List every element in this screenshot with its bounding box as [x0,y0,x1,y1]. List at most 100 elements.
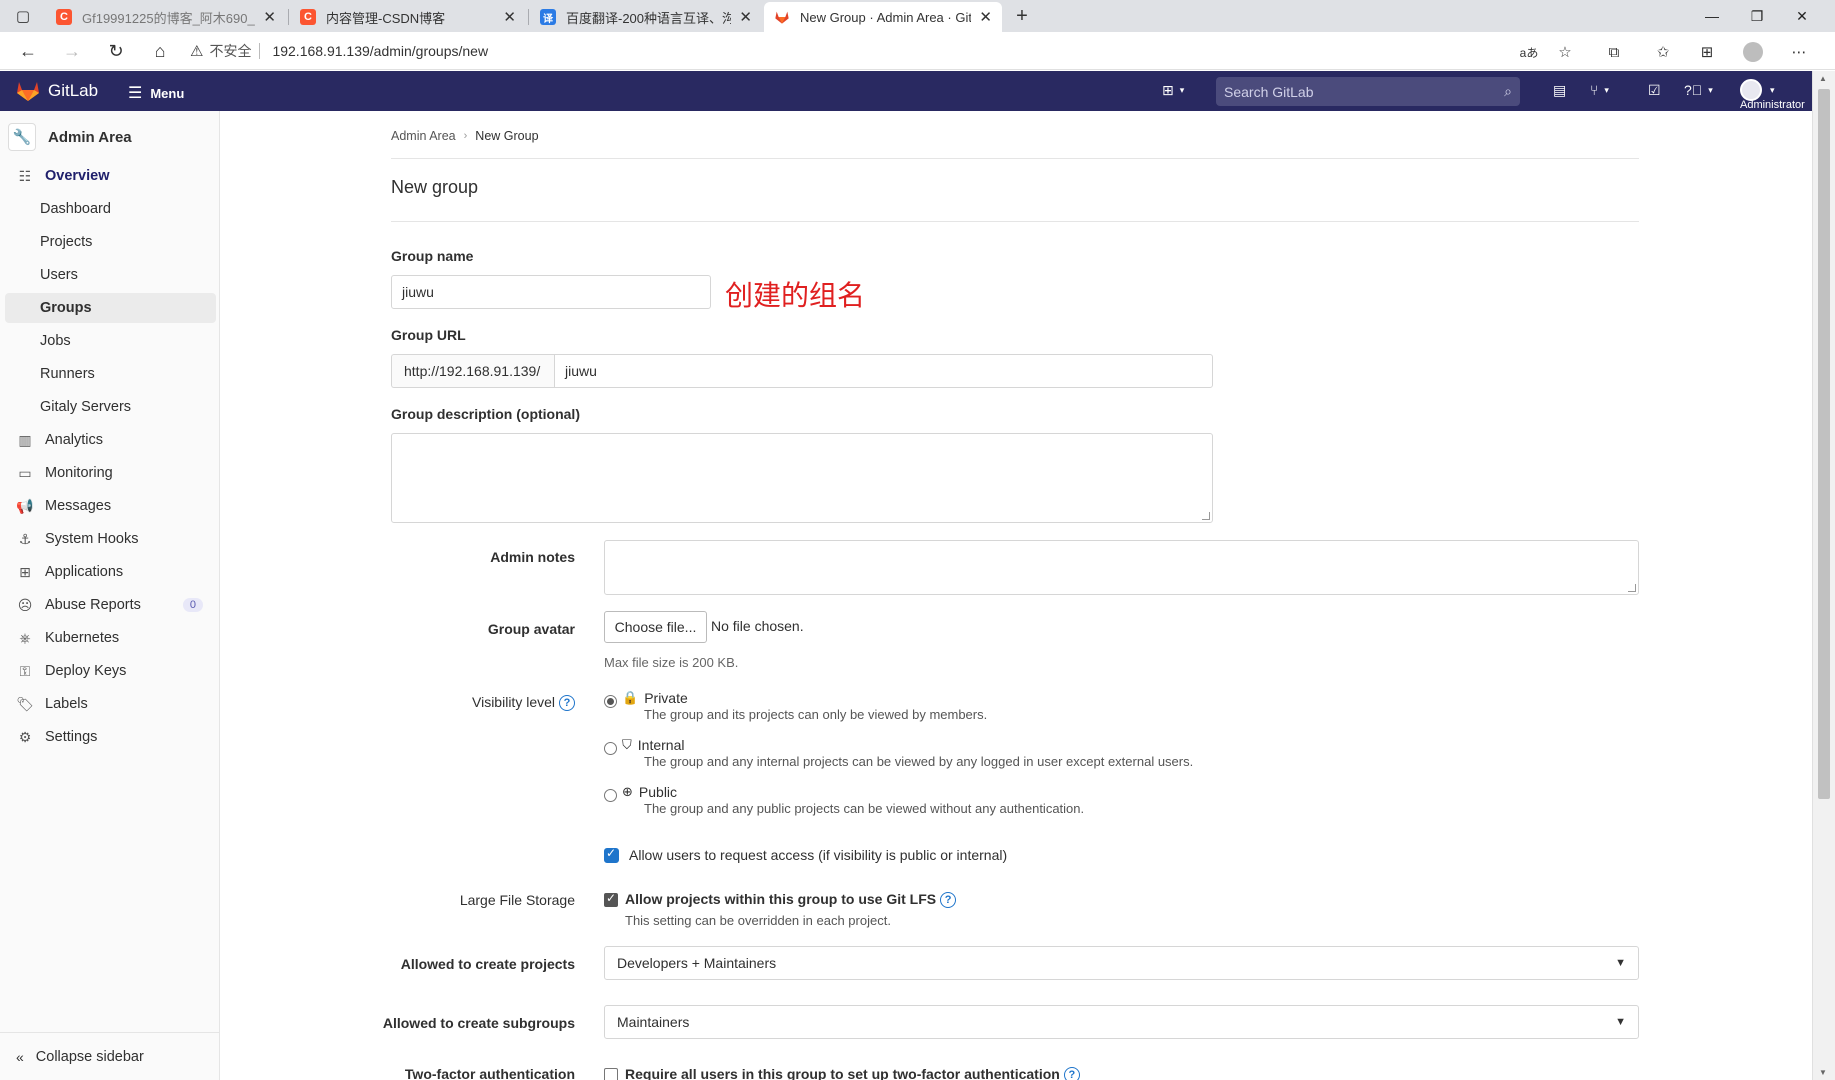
menu-label: Menu [150,85,185,101]
sidebar-header[interactable]: 🔧 Admin Area [8,119,212,155]
url-text[interactable]: 192.168.91.139/admin/groups/new [272,43,488,59]
admin-notes-textarea[interactable] [604,540,1639,595]
visibility-internal-radio[interactable] [604,742,617,755]
sidebar-item-projects[interactable]: Projects [5,227,216,257]
analytics-icon: ▥ [18,431,32,448]
minimize-icon[interactable]: — [1690,0,1734,32]
browser-tab-3[interactable]: 译 百度翻译-200种语言互译、沟通全世界 ✕ [530,2,762,32]
help-circle-icon[interactable]: ? [940,892,957,909]
create-new-icon[interactable]: ⊞ ▾ [1162,82,1184,99]
forward-icon[interactable]: → [59,39,85,63]
browser-tab-active[interactable]: New Group · Admin Area · GitLab ✕ [764,2,1002,32]
visibility-public-title: ⊕ Public [622,784,677,800]
gitlab-logo[interactable]: GitLab [16,80,98,102]
home-icon[interactable]: ⌂ [147,39,173,63]
sidebar-item-gitaly-servers[interactable]: Gitaly Servers [5,392,216,422]
sidebar-item-applications[interactable]: ⊞ Applications [5,557,216,587]
reload-icon[interactable]: ↻ [103,39,129,63]
help-circle-icon[interactable]: ? [559,695,575,712]
sidebar-item-groups[interactable]: Groups [5,293,216,323]
sidebar-item-label: Settings [45,729,98,745]
tab-actions-icon[interactable]: ▢ [10,6,36,26]
lfs-checkbox[interactable] [604,891,618,907]
close-window-icon[interactable]: ✕ [1780,0,1824,32]
description-textarea[interactable] [391,433,1213,523]
tab-separator [528,9,529,25]
scroll-up-icon[interactable]: ▲ [1819,74,1827,83]
sidebar-item-label: Overview [45,168,110,184]
sidebar-item-messages[interactable]: 📢 Messages [5,491,216,521]
sidebar-item-label: Projects [40,234,93,250]
favorite-add-icon[interactable]: ☆ [1554,41,1576,63]
sidebar-item-label: Analytics [45,432,104,448]
group-name-value: jiuwu [402,284,434,300]
sidebar-item-kubernetes[interactable]: ⎈ Kubernetes [5,623,216,653]
gitlab-tanuki-icon [17,82,39,101]
extensions-icon[interactable]: ⧉ [1603,41,1625,63]
sidebar-item-label: Deploy Keys [45,663,127,679]
tab-separator [288,9,289,25]
sidebar-item-runners[interactable]: Runners [5,359,216,389]
issues-icon[interactable]: ▤ [1553,82,1566,99]
restore-icon[interactable]: ❐ [1735,0,1779,32]
resize-handle-icon[interactable] [1202,512,1210,520]
messages-icon: 📢 [16,497,34,514]
breadcrumb-current[interactable]: New Group [475,129,538,143]
create-subgroups-select[interactable]: Maintainers ▼ [604,1005,1639,1039]
help-icon[interactable]: ?⃝ ▾ [1684,82,1713,98]
sidebar-item-dashboard[interactable]: Dashboard [5,194,216,224]
todos-icon[interactable]: ☑ [1648,82,1661,99]
sidebar-item-overview[interactable]: ☷ Overview [5,161,216,191]
sidebar-item-deploy-keys[interactable]: ⚿ Deploy Keys [5,656,216,686]
search-placeholder: Search GitLab [1224,83,1314,100]
read-aloud-icon[interactable]: aあ [1518,41,1540,63]
sidebar-item-analytics[interactable]: ▥ Analytics [5,425,216,455]
divider [391,221,1639,222]
page-scrollbar[interactable]: ▲ ▼ [1812,71,1835,1080]
sidebar-item-jobs[interactable]: Jobs [5,326,216,356]
choose-file-button[interactable]: Choose file... [604,611,707,643]
sidebar-item-monitoring[interactable]: ▭ Monitoring [5,458,216,488]
create-subgroups-value: Maintainers [617,1014,690,1030]
close-tab-icon[interactable]: ✕ [739,8,752,26]
new-tab-button[interactable]: + [1010,4,1034,28]
more-icon[interactable]: ⋯ [1788,41,1810,63]
globe-icon: ⊕ [622,784,633,799]
sidebar-item-labels[interactable]: 🏷 Labels [5,689,216,719]
sidebar-item-users[interactable]: Users [5,260,216,290]
help-circle-icon[interactable]: ? [1063,1067,1080,1080]
sidebar-item-settings[interactable]: ⚙ Settings [5,722,216,752]
two-factor-checkbox[interactable] [604,1068,618,1080]
visibility-private-radio[interactable] [604,695,617,708]
request-access-checkbox[interactable] [604,846,619,863]
breadcrumb-admin-area[interactable]: Admin Area [391,129,456,143]
merge-requests-icon[interactable]: ⑂ ▾ [1590,82,1609,98]
scrollbar-thumb[interactable] [1818,89,1830,799]
back-icon[interactable]: ← [15,39,41,63]
group-url-value: jiuwu [565,363,597,379]
collapse-sidebar-button[interactable]: « Collapse sidebar [0,1032,220,1080]
group-name-input[interactable]: jiuwu [391,275,711,309]
address-bar[interactable]: ⚠ 不安全 192.168.91.139/admin/groups/new [190,36,1590,66]
menu-button[interactable]: ☰ Menu [128,83,184,103]
profile-icon[interactable] [1742,41,1764,63]
sidebar-item-system-hooks[interactable]: ⚓ System Hooks [5,524,216,554]
user-menu[interactable]: ▾ Administrator [1740,79,1805,111]
collections-icon[interactable]: ⊞ [1696,41,1718,63]
chevron-down-icon: ▼ [1615,957,1626,969]
sidebar-item-abuse-reports[interactable]: ☹ Abuse Reports 0 [5,590,216,620]
favorites-icon[interactable]: ✩ [1652,41,1674,63]
scroll-down-icon[interactable]: ▼ [1819,1068,1827,1077]
resize-handle-icon[interactable] [1628,584,1636,592]
browser-tab-1[interactable]: C Gf19991225的博客_阿木690_CSDN ✕ [46,2,286,32]
close-tab-icon[interactable]: ✕ [503,8,516,26]
group-url-input[interactable]: jiuwu [554,354,1213,388]
kubernetes-icon: ⎈ [19,629,31,646]
search-input[interactable]: Search GitLab ⌕ [1216,77,1520,106]
browser-tab-2[interactable]: C 内容管理-CSDN博客 ✕ [290,2,526,32]
create-projects-select[interactable]: Developers + Maintainers ▼ [604,946,1639,980]
close-tab-icon[interactable]: ✕ [979,8,992,26]
request-access-label: Allow users to request access (if visibi… [629,847,1008,863]
close-tab-icon[interactable]: ✕ [263,8,276,26]
visibility-public-radio[interactable] [604,789,617,802]
